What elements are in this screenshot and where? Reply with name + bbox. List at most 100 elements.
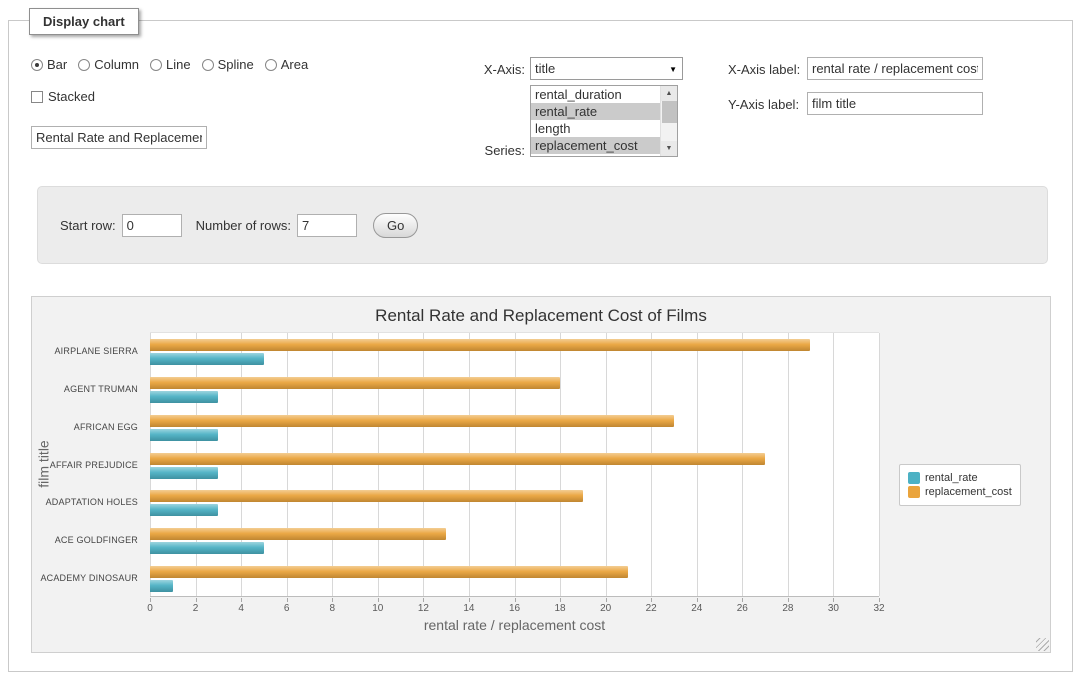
- x-tick-label: 14: [463, 603, 474, 614]
- legend-label: rental_rate: [925, 472, 978, 484]
- category-label: AGENT TRUMAN: [64, 384, 138, 394]
- plot-area: [150, 332, 879, 597]
- x-axis-label-input[interactable]: [807, 57, 983, 80]
- start-row-label: Start row:: [60, 218, 116, 233]
- tick-mark: [606, 598, 607, 602]
- bar-rental_rate: [150, 429, 218, 441]
- chart-panel: Rental Rate and Replacement Cost of Film…: [31, 296, 1051, 653]
- bar-rental_rate: [150, 504, 218, 516]
- x-axis-select-label: X-Axis:: [447, 62, 525, 77]
- radio-label: Bar: [47, 57, 67, 72]
- radio-icon: [78, 59, 90, 71]
- row-controls-panel: Start row: Number of rows: Go: [37, 186, 1048, 264]
- x-axis-select[interactable]: title ▼: [530, 57, 683, 80]
- scrollbar-thumb[interactable]: [662, 101, 677, 123]
- radio-icon: [31, 59, 43, 71]
- tick-mark: [788, 598, 789, 602]
- chart-title-input[interactable]: [31, 126, 207, 149]
- tick-mark: [515, 598, 516, 602]
- legend-item-replacement_cost[interactable]: replacement_cost: [908, 486, 1012, 498]
- bar-rental_rate: [150, 580, 173, 592]
- x-tick-label: 26: [737, 603, 748, 614]
- scroll-down-button[interactable]: ▼: [661, 141, 677, 156]
- x-tick-label: 28: [782, 603, 793, 614]
- tick-mark: [651, 598, 652, 602]
- chart-type-radio-line[interactable]: Line: [150, 57, 191, 72]
- x-tick-label: 32: [873, 603, 884, 614]
- number-of-rows-label: Number of rows:: [196, 218, 291, 233]
- gridline: [833, 333, 834, 596]
- tick-mark: [287, 598, 288, 602]
- x-tick-label: 6: [284, 603, 290, 614]
- x-tick-label: 10: [372, 603, 383, 614]
- series-option[interactable]: replacement_cost: [531, 137, 660, 154]
- resize-handle-icon[interactable]: [1036, 638, 1049, 651]
- radio-icon: [265, 59, 277, 71]
- listbox-scrollbar[interactable]: ▲ ▼: [660, 86, 677, 156]
- x-tick-label: 30: [828, 603, 839, 614]
- category-label: AFFAIR PREJUDICE: [50, 460, 138, 470]
- start-row-input[interactable]: [122, 214, 182, 237]
- series-option[interactable]: length: [531, 120, 660, 137]
- tick-mark: [560, 598, 561, 602]
- checkbox-icon: [31, 91, 43, 103]
- legend-label: replacement_cost: [925, 486, 1012, 498]
- chart-type-radio-area[interactable]: Area: [265, 57, 308, 72]
- series-listbox[interactable]: rental_duration rental_rate length repla…: [530, 85, 678, 157]
- x-tick-label: 8: [329, 603, 335, 614]
- bar-replacement_cost: [150, 566, 628, 578]
- go-button[interactable]: Go: [373, 213, 418, 238]
- category-label: AFRICAN EGG: [74, 422, 138, 432]
- tick-mark: [150, 598, 151, 602]
- tick-mark: [332, 598, 333, 602]
- radio-label: Column: [94, 57, 139, 72]
- x-tick-label: 12: [418, 603, 429, 614]
- legend-swatch: [908, 472, 920, 484]
- chevron-down-icon: ▼: [669, 65, 677, 74]
- x-axis-select-value: title: [535, 61, 555, 76]
- chart-type-radio-bar[interactable]: Bar: [31, 57, 67, 72]
- series-option[interactable]: rental_duration: [531, 86, 660, 103]
- bar-rental_rate: [150, 467, 218, 479]
- tick-mark: [196, 598, 197, 602]
- tick-mark: [742, 598, 743, 602]
- x-axis-ticks: 02468101214161820222426283032: [150, 598, 879, 614]
- chart-title: Rental Rate and Replacement Cost of Film…: [32, 306, 1050, 326]
- chart-type-radio-spline[interactable]: Spline: [202, 57, 254, 72]
- gridline: [879, 333, 880, 596]
- x-axis-label-label: X-Axis label:: [728, 62, 800, 77]
- tick-mark: [241, 598, 242, 602]
- bar-rental_rate: [150, 353, 264, 365]
- x-tick-label: 0: [147, 603, 153, 614]
- y-axis-label-input[interactable]: [807, 92, 983, 115]
- x-tick-label: 16: [509, 603, 520, 614]
- tick-mark: [879, 598, 880, 602]
- series-option[interactable]: rental_rate: [531, 103, 660, 120]
- radio-label: Line: [166, 57, 191, 72]
- fieldset-legend: Display chart: [29, 8, 139, 35]
- bar-replacement_cost: [150, 453, 765, 465]
- bar-replacement_cost: [150, 415, 674, 427]
- display-chart-fieldset: Display chart Bar Column Line Spline Are…: [8, 20, 1073, 672]
- checkbox-label: Stacked: [48, 89, 95, 104]
- legend-item-rental_rate[interactable]: rental_rate: [908, 472, 1012, 484]
- category-label: ADAPTATION HOLES: [46, 497, 138, 507]
- tick-mark: [833, 598, 834, 602]
- x-tick-label: 4: [238, 603, 244, 614]
- chart-legend: rental_rate replacement_cost: [899, 464, 1021, 506]
- category-label: ACADEMY DINOSAUR: [40, 573, 138, 583]
- category-axis: AIRPLANE SIERRAAGENT TRUMANAFRICAN EGGAF…: [32, 332, 144, 597]
- tick-mark: [697, 598, 698, 602]
- x-tick-label: 18: [555, 603, 566, 614]
- bar-rental_rate: [150, 542, 264, 554]
- bar-replacement_cost: [150, 490, 583, 502]
- scroll-up-button[interactable]: ▲: [661, 86, 677, 101]
- radio-label: Area: [281, 57, 308, 72]
- chart-type-radio-group: Bar Column Line Spline Area: [31, 57, 308, 72]
- radio-icon: [150, 59, 162, 71]
- number-of-rows-input[interactable]: [297, 214, 357, 237]
- stacked-checkbox[interactable]: Stacked: [31, 89, 95, 104]
- x-axis-title: rental rate / replacement cost: [150, 617, 879, 633]
- bar-rental_rate: [150, 391, 218, 403]
- chart-type-radio-column[interactable]: Column: [78, 57, 139, 72]
